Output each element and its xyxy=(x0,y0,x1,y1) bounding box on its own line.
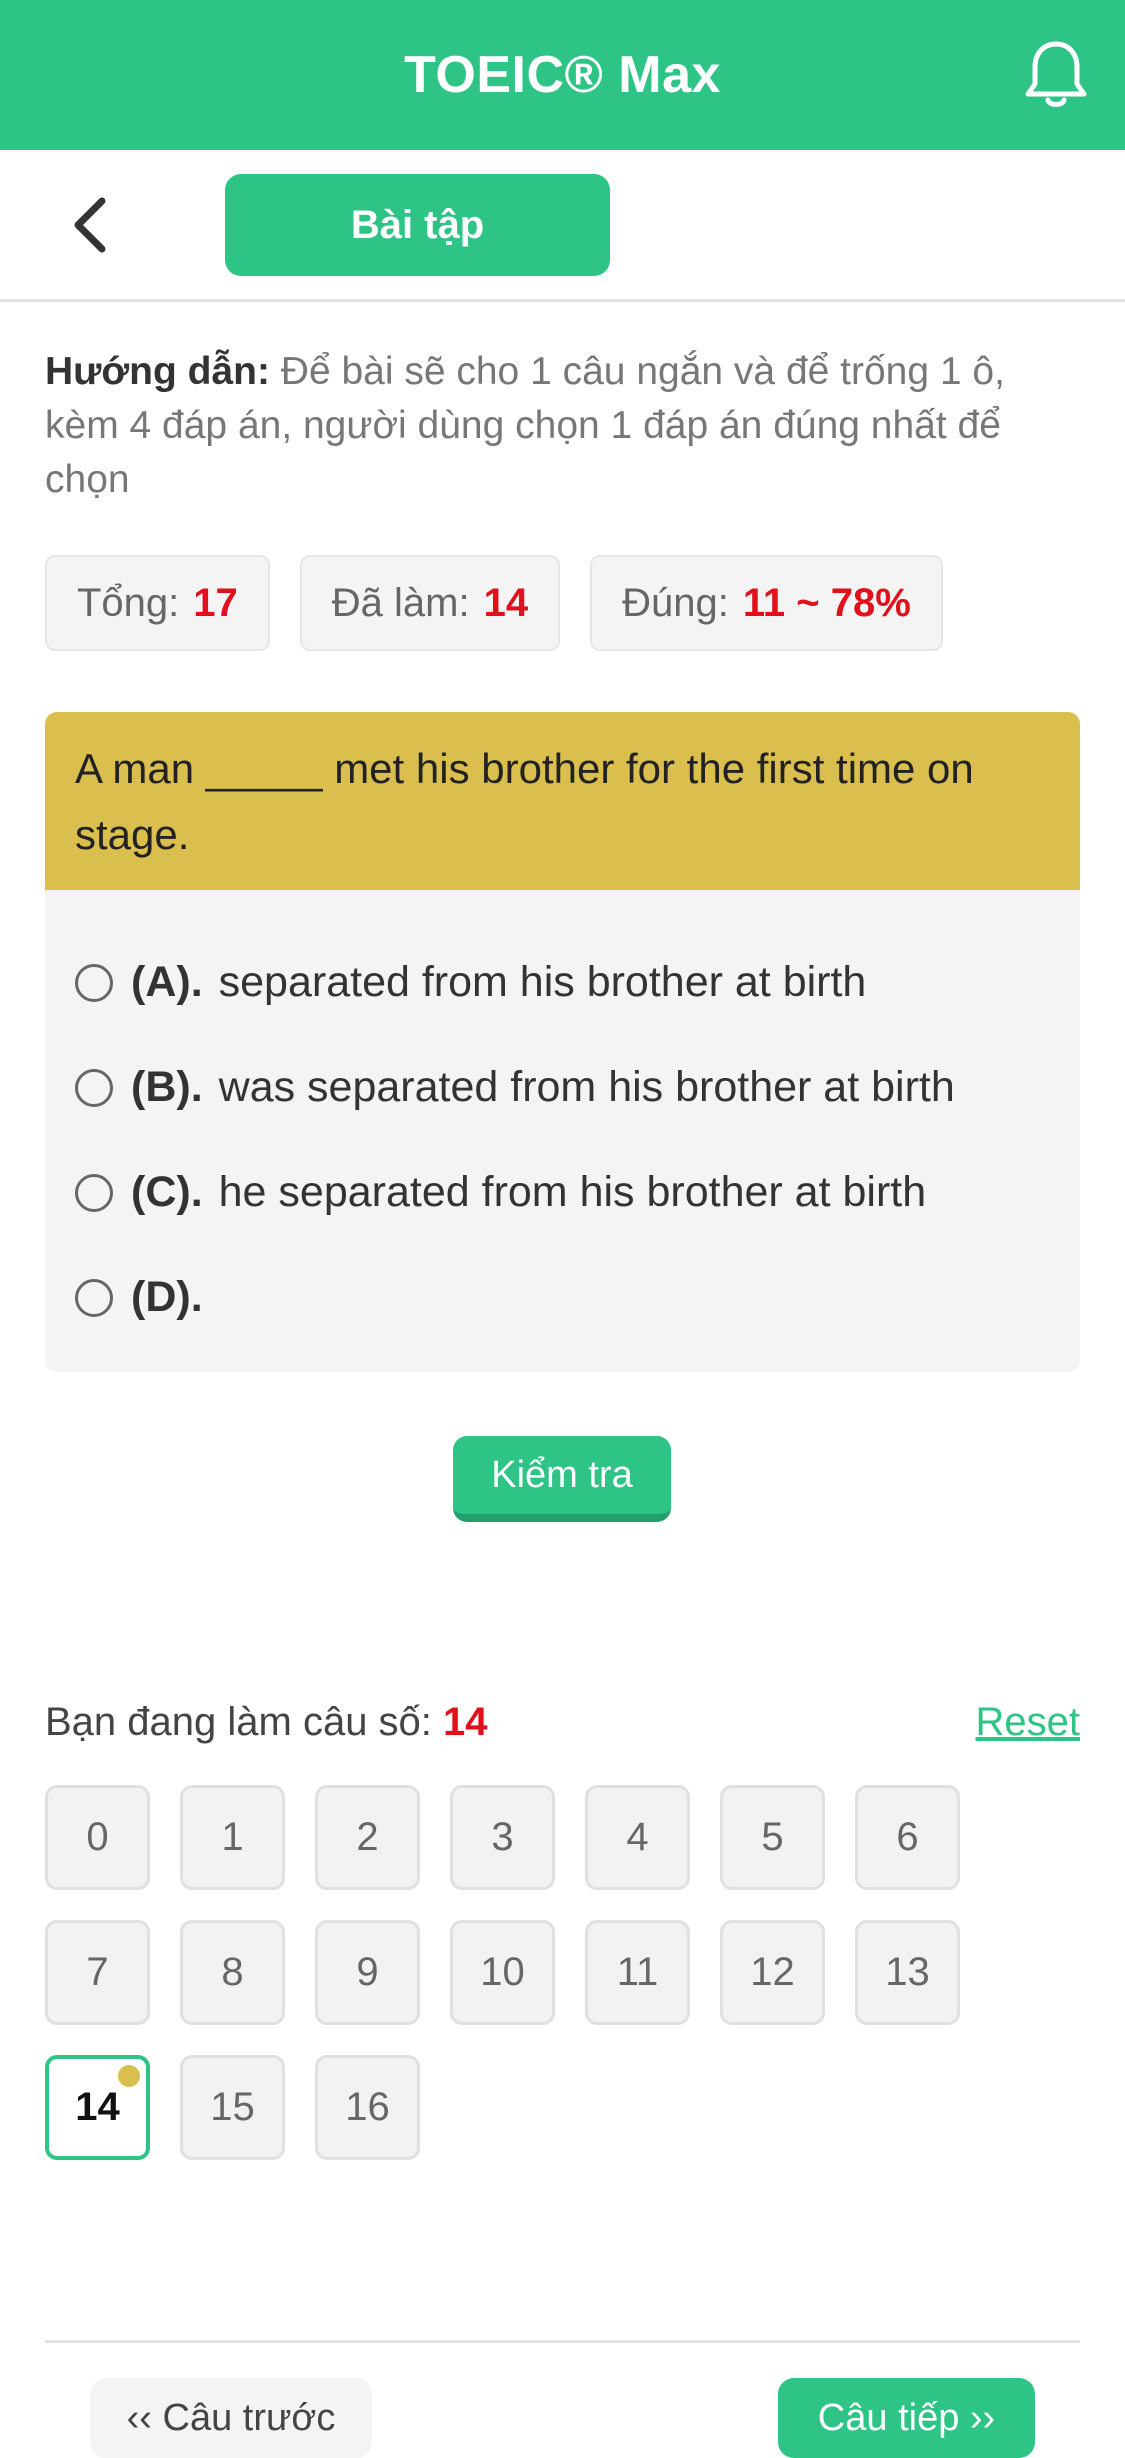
option-b[interactable]: (B). was separated from his brother at b… xyxy=(75,1035,1050,1140)
question-number: 14 xyxy=(75,2085,120,2129)
app-title: TOEIC® Max xyxy=(404,46,721,104)
question-card: A man _____ met his brother for the firs… xyxy=(45,712,1080,1372)
option-text: he separated from his brother at birth xyxy=(218,1168,927,1216)
question-number-cell[interactable]: 9 xyxy=(315,1920,420,2025)
option-text: separated from his brother at birth xyxy=(218,958,867,1006)
current-marker-dot xyxy=(118,2065,140,2087)
check-button[interactable]: Kiểm tra xyxy=(453,1436,671,1522)
next-question-button[interactable]: Câu tiếp ›› xyxy=(778,2378,1035,2458)
question-number-cell[interactable]: 6 xyxy=(855,1785,960,1890)
question-number-cell[interactable]: 16 xyxy=(315,2055,420,2160)
app-header: TOEIC® Max xyxy=(0,0,1125,150)
instructions-label: Hướng dẫn: xyxy=(45,350,270,393)
option-letter: (C). xyxy=(131,1168,203,1216)
divider xyxy=(45,2340,1080,2343)
instructions: Hướng dẫn: Để bài sẽ cho 1 câu ngắn và đ… xyxy=(45,345,1080,507)
question-number-cell[interactable]: 7 xyxy=(45,1920,150,2025)
question-number-cell[interactable]: 8 xyxy=(180,1920,285,2025)
stat-total: Tổng: 17 xyxy=(45,555,270,651)
question-number-cell[interactable]: 1 xyxy=(180,1785,285,1890)
option-letter: (D). xyxy=(131,1273,203,1321)
chevron-left-icon xyxy=(74,197,106,253)
stat-correct: Đúng: 11 ~ 78% xyxy=(590,555,943,651)
current-question-label: Bạn đang làm câu số: xyxy=(45,1700,432,1744)
radio-button[interactable] xyxy=(75,1278,113,1317)
question-number-cell-active[interactable]: 14 xyxy=(45,2055,150,2160)
radio-button[interactable] xyxy=(75,1068,113,1107)
question-number-cell[interactable]: 5 xyxy=(720,1785,825,1890)
question-number-cell[interactable]: 0 xyxy=(45,1785,150,1890)
tab-exercise[interactable]: Bài tập xyxy=(225,174,610,276)
question-text: A man _____ met his brother for the firs… xyxy=(45,712,1080,890)
question-number-cell[interactable]: 11 xyxy=(585,1920,690,2025)
question-number-cell[interactable]: 2 xyxy=(315,1785,420,1890)
stats-bar: Tổng: 17 Đã làm: 14 Đúng: 11 ~ 78% xyxy=(45,555,943,651)
option-a[interactable]: (A). separated from his brother at birth xyxy=(75,930,1050,1035)
stat-total-label: Tổng: xyxy=(77,580,180,625)
question-number-cell[interactable]: 12 xyxy=(720,1920,825,2025)
stat-correct-value: 11 ~ 78% xyxy=(742,580,911,625)
question-number-cell[interactable]: 13 xyxy=(855,1920,960,2025)
answer-options: (A). separated from his brother at birth… xyxy=(45,890,1080,1350)
bell-icon[interactable] xyxy=(1021,38,1091,112)
question-number-cell[interactable]: 4 xyxy=(585,1785,690,1890)
previous-question-button[interactable]: ‹‹ Câu trước xyxy=(90,2378,372,2458)
option-d[interactable]: (D). xyxy=(75,1245,1050,1350)
question-number-cell[interactable]: 10 xyxy=(450,1920,555,2025)
stat-done-value: 14 xyxy=(483,580,529,625)
reset-link[interactable]: Reset xyxy=(976,1700,1081,1745)
current-question: Bạn đang làm câu số: 14 xyxy=(45,1700,488,1745)
option-text: was separated from his brother at birth xyxy=(218,1063,955,1111)
radio-button[interactable] xyxy=(75,963,113,1002)
option-c[interactable]: (C). he separated from his brother at bi… xyxy=(75,1140,1050,1245)
option-letter: (A). xyxy=(131,958,203,1006)
radio-button[interactable] xyxy=(75,1173,113,1212)
question-number-cell[interactable]: 15 xyxy=(180,2055,285,2160)
option-letter: (B). xyxy=(131,1063,203,1111)
stat-done: Đã làm: 14 xyxy=(299,555,561,651)
stat-correct-label: Đúng: xyxy=(622,580,729,625)
back-button[interactable] xyxy=(60,190,120,260)
stat-done-label: Đã làm: xyxy=(331,580,470,625)
stat-total-value: 17 xyxy=(193,580,238,625)
sub-navbar: Bài tập xyxy=(0,150,1125,302)
question-grid: 0 1 2 3 4 5 6 7 8 9 10 11 12 13 14 15 16 xyxy=(45,1785,1080,2160)
question-number-cell[interactable]: 3 xyxy=(450,1785,555,1890)
current-question-number: 14 xyxy=(443,1700,488,1744)
